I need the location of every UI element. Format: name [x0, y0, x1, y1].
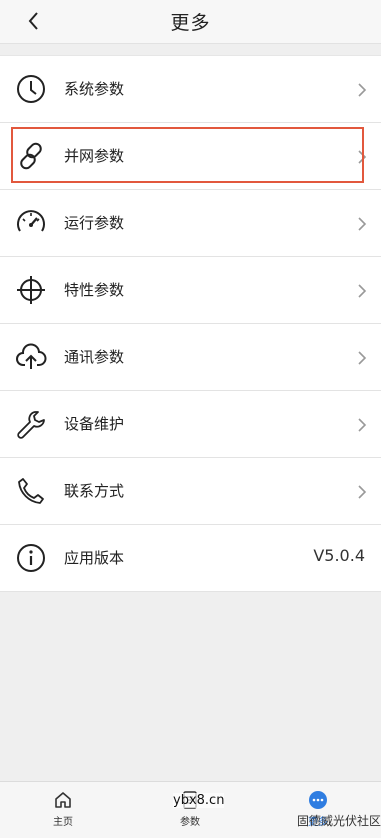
tab-home[interactable]: 主页 — [33, 790, 93, 828]
link-icon — [20, 142, 42, 170]
tab-label: 主页 — [53, 817, 73, 828]
watermark-community: 固德威光伏社区 — [297, 814, 381, 828]
home-icon — [55, 792, 71, 808]
chevron-right-icon — [358, 418, 367, 432]
menu-item-comm-params[interactable]: 通讯参数 — [0, 324, 381, 391]
crosshair-icon — [17, 276, 45, 304]
speedometer-icon — [17, 210, 45, 232]
watermark-site: ybx8.cn — [173, 793, 225, 808]
menu-item-label: 联系方式 — [64, 482, 125, 500]
menu-item-app-version[interactable]: 应用版本 V5.0.4 — [0, 525, 381, 592]
menu-item-label: 特性参数 — [64, 281, 125, 299]
page-title: 更多 — [170, 12, 211, 34]
menu-item-label: 应用版本 — [64, 549, 125, 567]
menu-item-label: 并网参数 — [64, 147, 125, 165]
cloud-upload-icon — [16, 343, 47, 369]
menu-item-contact[interactable]: 联系方式 — [0, 458, 381, 525]
chevron-right-icon — [358, 284, 367, 298]
chevron-right-icon — [358, 351, 367, 365]
bottom-tab-bar: 主页 参数 更多 — [0, 781, 381, 838]
chevron-right-icon — [358, 485, 367, 499]
menu-item-label: 运行参数 — [64, 214, 125, 232]
menu-item-run-params[interactable]: 运行参数 — [0, 190, 381, 257]
wrench-icon — [17, 411, 45, 439]
menu-item-system-params[interactable]: 系统参数 — [0, 56, 381, 123]
menu-item-device-maintenance[interactable]: 设备维护 — [0, 391, 381, 458]
chevron-right-icon — [358, 150, 367, 164]
info-icon — [17, 544, 45, 572]
app-version-value: V5.0.4 — [313, 546, 365, 565]
menu-item-label: 系统参数 — [64, 80, 125, 98]
chevron-right-icon — [358, 217, 367, 231]
clock-icon — [17, 75, 45, 103]
phone-icon — [18, 478, 44, 504]
tab-label: 参数 — [180, 817, 200, 828]
menu-item-characteristic-params[interactable]: 特性参数 — [0, 257, 381, 324]
settings-menu: 系统参数 并网参数 运行参数 特性参数 通讯参数 设备维护 联系方式 应用版本 … — [0, 55, 381, 592]
chevron-right-icon — [358, 83, 367, 97]
menu-item-grid-params[interactable]: 并网参数 — [0, 123, 381, 190]
menu-item-label: 通讯参数 — [64, 348, 125, 366]
header-bar: 更多 — [0, 0, 381, 44]
more-icon — [309, 791, 327, 809]
menu-item-label: 设备维护 — [64, 415, 125, 433]
